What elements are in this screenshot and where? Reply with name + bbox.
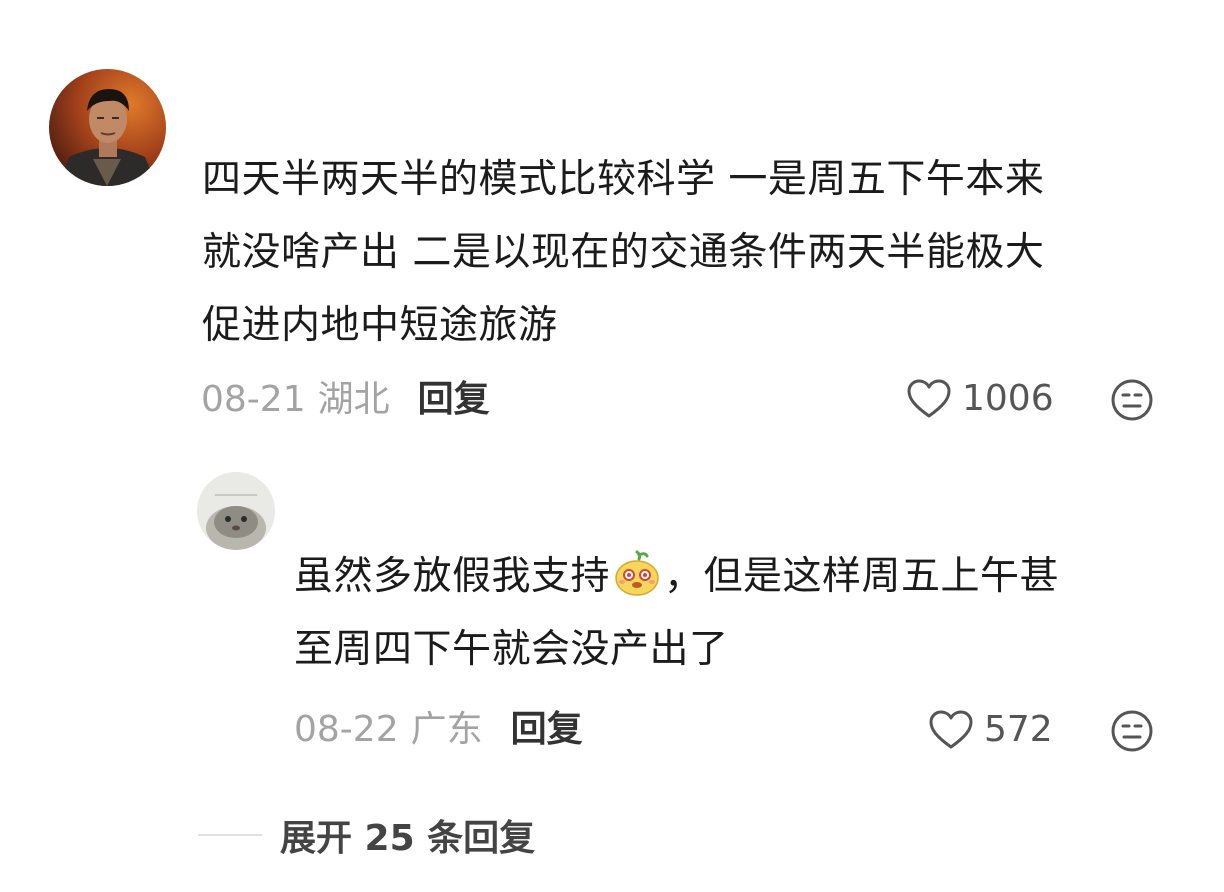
- expand-replies-label: 展开 25 条回复: [280, 818, 536, 859]
- reply-meta: 08-22 广东 回复: [294, 707, 583, 753]
- comment-location: 湖北: [317, 379, 390, 420]
- like-button[interactable]: 572: [928, 707, 1053, 753]
- comment-text-line: 促进内地中短途旅游: [202, 303, 558, 348]
- reply-date: 08-22: [294, 709, 399, 750]
- heart-icon: [929, 710, 973, 749]
- like-button[interactable]: 1006: [906, 376, 1054, 422]
- reply-body: 虽然多放假我支持 ，但是这样周五上午甚 至周四下午就会没产出了: [294, 540, 1059, 686]
- comment-body: 四天半两天半的模式比较科学 一是周五下午本来 就没啥产出 二是以现在的交通条件两…: [202, 143, 1044, 362]
- expand-replies-button[interactable]: 展开 25 条回复: [198, 810, 535, 860]
- reply-text-segment: 虽然多放假我支持: [294, 554, 611, 599]
- reply-text-line: 至周四下午就会没产出了: [294, 627, 729, 672]
- dislike-face-icon[interactable]: [1110, 709, 1154, 753]
- comment-date: 08-21: [201, 379, 306, 420]
- like-count: 1006: [962, 378, 1054, 419]
- replier-avatar[interactable]: [197, 472, 275, 550]
- divider-line: [198, 834, 262, 836]
- user-avatar-icon: [49, 69, 166, 186]
- reply-text-segment: ，但是这样周五上午甚: [664, 554, 1060, 599]
- comment-thread: 四天半两天半的模式比较科学 一是周五下午本来 就没啥产出 二是以现在的交通条件两…: [0, 0, 1224, 892]
- dislike-face-icon[interactable]: [1110, 378, 1154, 422]
- comment-text-line: 就没啥产出 二是以现在的交通条件两天半能极大: [202, 230, 1045, 275]
- user-avatar-icon: [197, 472, 275, 550]
- heart-icon: [907, 379, 951, 418]
- commenter-avatar[interactable]: [49, 69, 166, 186]
- cute-face-emoji-icon: [615, 550, 659, 596]
- like-count: 572: [984, 709, 1053, 750]
- reply-text-line: 虽然多放假我支持 ，但是这样周五上午甚: [294, 540, 1059, 613]
- reply-button[interactable]: 回复: [418, 379, 490, 420]
- comment-text-line: 四天半两天半的模式比较科学 一是周五下午本来: [202, 157, 1045, 202]
- reply-location: 广东: [410, 709, 483, 750]
- comment-meta: 08-21 湖北 回复: [201, 377, 490, 423]
- reply-button[interactable]: 回复: [511, 709, 583, 750]
